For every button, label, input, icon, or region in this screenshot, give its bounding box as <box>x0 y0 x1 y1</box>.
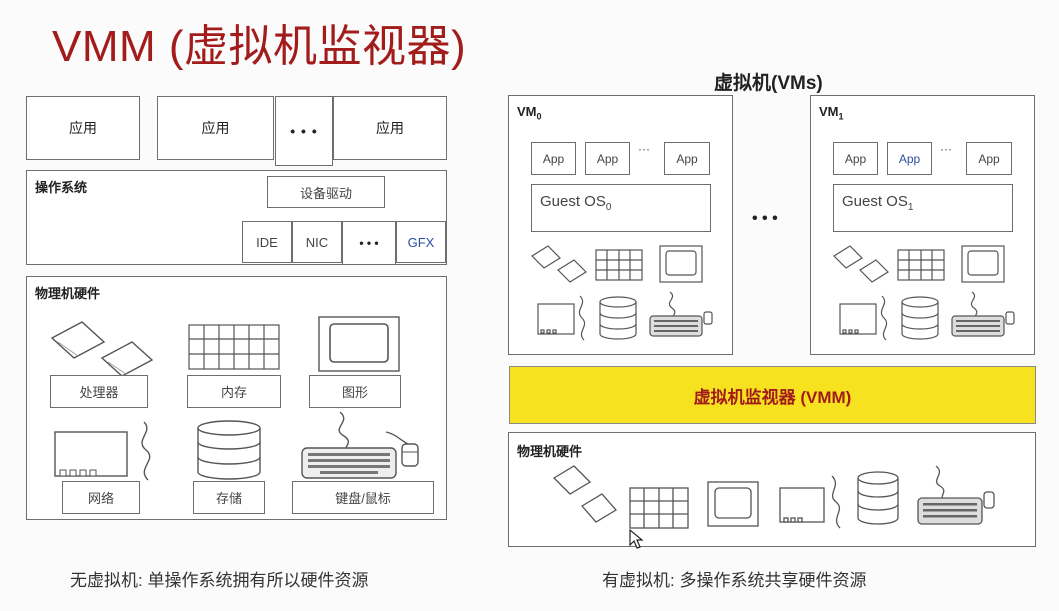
driver-ellipsis-box: • • • <box>342 221 396 265</box>
hw-label-text: 存储 <box>215 491 242 506</box>
right-hardware-label: 物理机硬件 <box>517 444 583 459</box>
app-box-2: 应用 <box>157 96 274 160</box>
keyboard-icon <box>649 291 713 337</box>
vm1-app-2: App <box>887 142 932 175</box>
hw-label-network: 网络 <box>62 481 140 514</box>
network-card-icon <box>839 303 877 335</box>
hw-label-memory: 内存 <box>187 375 281 408</box>
vm0-hardware-icons <box>531 245 713 341</box>
vm0-app-2: App <box>585 142 630 175</box>
network-card-icon <box>537 303 575 335</box>
vm0-label: VM0 <box>517 104 542 122</box>
driver-ide: IDE <box>242 221 292 263</box>
vm1-hardware-icons <box>833 245 1015 341</box>
vm0-app-1: App <box>531 142 576 175</box>
keyboard-icon <box>301 411 419 479</box>
processor-icon <box>50 321 154 377</box>
vms-header: 虚拟机(VMs) <box>714 73 823 94</box>
monitor-icon <box>659 245 703 283</box>
hw-label-text: 处理器 <box>79 385 119 400</box>
app-label: 应用 <box>376 120 404 136</box>
vm1-app-ellipsis: ··· <box>940 142 952 156</box>
storage-icon <box>599 296 637 340</box>
app-ellipsis-box: • • • <box>275 96 333 166</box>
app-box-3: 应用 <box>333 96 447 160</box>
shared-hardware-icons <box>552 465 995 529</box>
page-title: VMM (虚拟机监视器) <box>52 22 467 71</box>
vm1-guest-os-label: Guest OS1 <box>842 193 914 213</box>
driver-ide-label: IDE <box>256 234 278 250</box>
hardware-label: 物理机硬件 <box>35 286 101 301</box>
driver-label: 设备驱动 <box>299 185 352 201</box>
os-label: 操作系统 <box>35 180 88 195</box>
memory-icon <box>897 249 945 281</box>
memory-icon <box>188 324 280 370</box>
vm1-app-1: App <box>833 142 878 175</box>
keyboard-icon <box>951 291 1015 337</box>
driver-nic-label: NIC <box>305 234 329 250</box>
hw-label-text: 键盘/鼠标 <box>335 491 391 506</box>
vm0-app-ellipsis: ··· <box>638 142 650 156</box>
vmm-layer: 虚拟机监视器 (VMM) <box>509 366 1036 424</box>
hw-label-keyboard-mouse: 键盘/鼠标 <box>292 481 434 514</box>
ellipsis-text: • • • <box>290 123 318 139</box>
network-card-icon <box>54 421 151 481</box>
vm-ellipsis: • • • <box>752 210 778 227</box>
hw-label-text: 内存 <box>220 385 247 400</box>
left-caption: 无虚拟机: 单操作系统拥有所以硬件资源 <box>70 571 369 590</box>
driver-gfx: GFX <box>396 221 446 263</box>
storage-icon <box>857 471 899 525</box>
memory-icon <box>595 249 643 281</box>
vm1-guest-os: Guest OS1 <box>833 184 1013 232</box>
processor-icon <box>531 245 561 269</box>
vmm-label: 虚拟机监视器 (VMM) <box>693 387 852 407</box>
vm0-app-3: App <box>664 142 710 175</box>
driver-gfx-label: GFX <box>407 234 435 250</box>
monitor-icon <box>318 316 400 372</box>
driver-box: 设备驱动 <box>267 176 385 208</box>
driver-nic: NIC <box>292 221 342 263</box>
hw-label-graphics: 图形 <box>309 375 401 408</box>
memory-icon <box>629 487 689 529</box>
storage-icon <box>197 420 261 480</box>
app-label: 应用 <box>69 120 97 136</box>
cursor-icon <box>629 528 644 549</box>
app-box-1: 应用 <box>26 96 140 160</box>
network-card-icon <box>779 487 825 523</box>
hw-label-text: 图形 <box>341 385 368 400</box>
monitor-icon <box>961 245 1005 283</box>
hw-label-text: 网络 <box>87 491 114 506</box>
vm0-guest-os-label: Guest OS0 <box>540 193 612 213</box>
hw-label-storage: 存储 <box>193 481 265 514</box>
processor-icon <box>552 465 592 495</box>
monitor-icon <box>707 481 759 527</box>
app-label: 应用 <box>201 120 230 136</box>
hw-label-cpu: 处理器 <box>50 375 148 408</box>
vm0-guest-os: Guest OS0 <box>531 184 711 232</box>
right-caption: 有虚拟机: 多操作系统共享硬件资源 <box>602 571 867 590</box>
vm1-app-3: App <box>966 142 1012 175</box>
vm1-label: VM1 <box>819 104 844 122</box>
storage-icon <box>901 296 939 340</box>
processor-icon <box>833 245 863 269</box>
ellipsis-text: • • • <box>359 236 379 250</box>
